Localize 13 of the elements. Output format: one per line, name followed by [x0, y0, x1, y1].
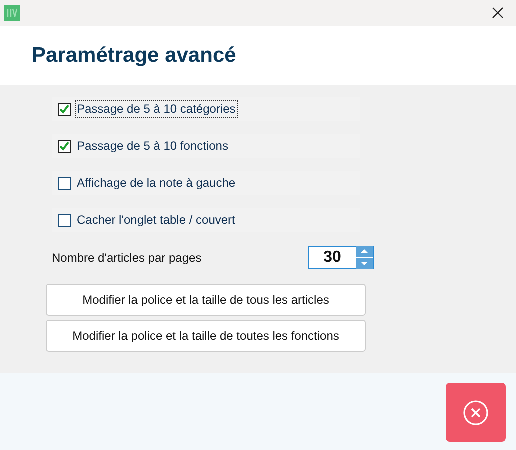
- app-icon: [4, 5, 20, 21]
- close-circle-icon: [463, 400, 489, 426]
- modify-font-button[interactable]: Modifier la police et la taille de toutes les fonctions: [46, 320, 366, 352]
- checkbox[interactable]: [58, 176, 71, 190]
- modify-font-button[interactable]: Modifier la police et la taille de tous les articles: [46, 284, 366, 316]
- checkbox[interactable]: [58, 140, 71, 152]
- articles-per-page-label: Nombre d'articles par pages: [52, 250, 202, 264]
- dialog-heading: Paramétrage avancé: [32, 44, 236, 68]
- number-spinner[interactable]: 30: [308, 246, 374, 269]
- cancel-button[interactable]: [446, 383, 506, 442]
- checkbox[interactable]: [58, 102, 71, 116]
- close-icon[interactable]: [492, 7, 504, 19]
- checkbox[interactable]: [58, 214, 71, 226]
